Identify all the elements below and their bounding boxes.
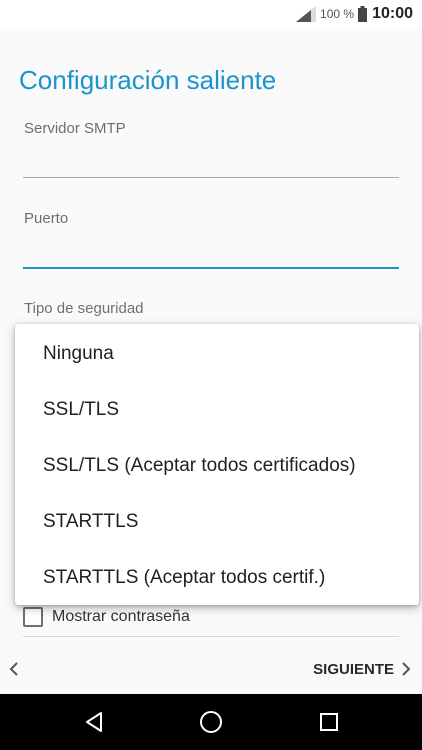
next-button-label: SIGUIENTE — [313, 660, 394, 678]
system-nav-bar — [0, 694, 422, 750]
port-input[interactable] — [23, 240, 399, 266]
show-password-checkbox[interactable] — [23, 607, 43, 627]
menu-item-ssl-tls-all-certs[interactable]: SSL/TLS (Aceptar todos certificados) — [15, 438, 419, 494]
security-type-label: Tipo de seguridad — [24, 300, 144, 317]
chevron-right-icon — [402, 662, 411, 676]
show-password-label: Mostrar contraseña — [52, 608, 190, 625]
triangle-back-icon[interactable] — [82, 710, 106, 734]
smtp-server-label: Servidor SMTP — [24, 120, 126, 137]
show-password-row[interactable]: Mostrar contraseña — [23, 606, 190, 628]
menu-item-starttls[interactable]: STARTTLS — [15, 494, 419, 550]
port-label: Puerto — [24, 210, 69, 227]
wizard-nav-bar: SIGUIENTE — [0, 645, 422, 693]
battery-icon — [358, 6, 368, 22]
clock: 10:00 — [372, 5, 413, 22]
menu-item-ssl-tls[interactable]: SSL/TLS — [15, 382, 419, 438]
port-underline — [23, 267, 399, 269]
status-bar: 100 % 10:00 — [0, 0, 422, 28]
menu-item-starttls-all-certs[interactable]: STARTTLS (Aceptar todos certif.) — [15, 550, 419, 606]
smtp-server-input[interactable] — [23, 150, 399, 176]
next-button[interactable]: SIGUIENTE — [313, 645, 414, 693]
chevron-left-icon[interactable] — [6, 657, 22, 681]
status-indicators: 100 % 10:00 — [296, 0, 413, 28]
square-recents-icon[interactable] — [317, 710, 341, 734]
menu-item-ninguna[interactable]: Ninguna — [15, 326, 419, 382]
divider — [23, 636, 399, 637]
circle-home-icon[interactable] — [199, 710, 223, 734]
smtp-server-underline — [23, 177, 399, 178]
security-type-dropdown: Ninguna SSL/TLS SSL/TLS (Aceptar todos c… — [15, 324, 419, 605]
page-title: Configuración saliente — [19, 65, 277, 95]
battery-percent: 100 % — [320, 7, 355, 21]
cell-signal-icon — [296, 6, 317, 22]
